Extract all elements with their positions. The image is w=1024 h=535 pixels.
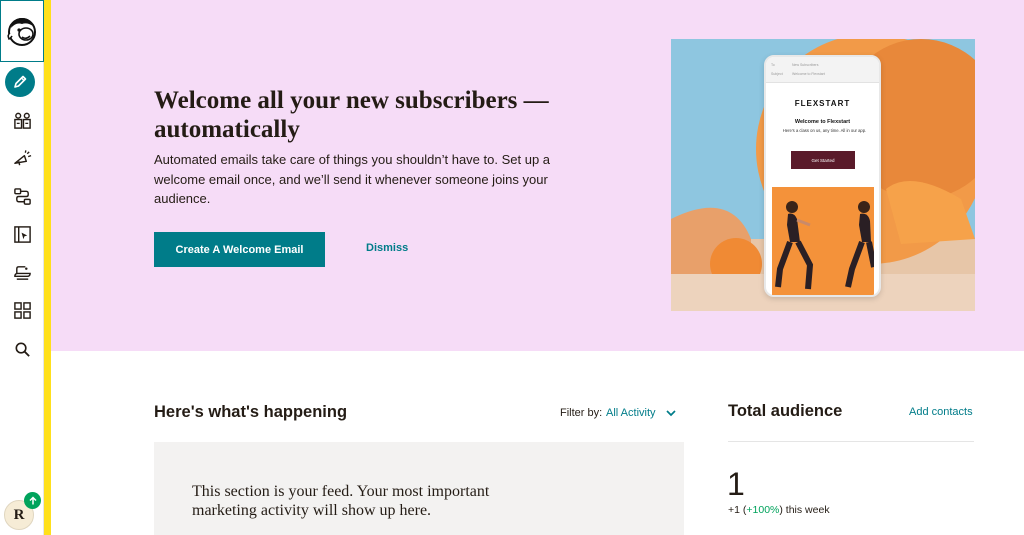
sidebar-item-audience[interactable] <box>0 105 44 135</box>
arrow-up-icon <box>28 495 37 504</box>
audience-count: 1 <box>727 466 745 502</box>
audience-change-percent: +100% <box>746 504 780 516</box>
dismiss-link[interactable]: Dismiss <box>366 242 408 254</box>
pencil-icon <box>14 75 27 88</box>
email-get-started-button: Get Started <box>791 151 855 169</box>
create-welcome-email-button[interactable]: Create A Welcome Email <box>154 232 325 267</box>
add-contacts-link[interactable]: Add contacts <box>909 406 973 418</box>
subject-label: Subject <box>771 72 783 76</box>
sidebar-item-integrations[interactable] <box>0 295 44 325</box>
runners-illustration <box>772 187 874 295</box>
app-root: R Welcome all your new subscribers —auto… <box>0 0 1024 535</box>
email-heading: Welcome to Flexstart <box>794 119 851 125</box>
sidebar: R <box>0 0 44 535</box>
sidebar-accent-stripe <box>44 0 51 535</box>
audience-change: +1 (+100%) this week <box>728 504 830 516</box>
filter-label: Filter by: <box>560 407 603 419</box>
integrations-icon <box>13 301 31 319</box>
audience-change-suffix: ) this week <box>779 504 830 516</box>
welcome-banner: Welcome all your new subscribers —automa… <box>51 0 1024 351</box>
sidebar-item-campaigns[interactable] <box>0 143 44 173</box>
audience-change-prefix: +1 ( <box>728 504 747 516</box>
search-icon <box>15 342 30 357</box>
to-value: New Subscribers <box>792 63 819 67</box>
audience-icon <box>13 112 31 129</box>
mailchimp-freddie-logo[interactable] <box>0 0 44 62</box>
runner-image <box>772 187 874 295</box>
create-button[interactable] <box>5 67 35 97</box>
email-subtext: Here’s a class on us, any time. All in o… <box>782 128 867 133</box>
email-header: To New Subscribers Subject Welcome to Fl… <box>766 57 879 83</box>
freddie-icon <box>7 18 36 46</box>
subject-value: Welcome to Flexstart <box>792 72 825 76</box>
campaigns-icon <box>13 149 31 165</box>
filter-dropdown[interactable]: All Activity <box>606 407 656 419</box>
sidebar-item-content[interactable] <box>0 257 44 287</box>
audience-title: Total audience <box>728 402 843 420</box>
avatar-initial: R <box>13 506 25 523</box>
sidebar-item-website[interactable] <box>0 219 44 249</box>
phone-mockup: To New Subscribers Subject Welcome to Fl… <box>764 55 881 297</box>
content-icon <box>13 265 31 280</box>
to-label: To <box>771 63 775 67</box>
email-preview-illustration: To New Subscribers Subject Welcome to Fl… <box>671 39 975 311</box>
sidebar-item-search[interactable] <box>0 334 44 364</box>
brand-name: FLEXSTART <box>794 99 851 108</box>
audience-divider <box>728 441 974 442</box>
feed-empty-message: This section is your feed. Your most imp… <box>192 483 490 519</box>
banner-description: Automated emails take care of things you… <box>154 152 551 206</box>
website-icon <box>13 225 31 243</box>
feed-panel: This section is your feed. Your most imp… <box>154 442 684 535</box>
automations-icon <box>13 187 31 205</box>
feed-title: Here's what's happening <box>154 403 348 421</box>
chevron-down-icon[interactable] <box>665 408 677 418</box>
upgrade-badge[interactable] <box>24 492 41 509</box>
banner-title: Welcome all your new subscribers —automa… <box>154 87 549 143</box>
sidebar-item-automations[interactable] <box>0 181 44 211</box>
